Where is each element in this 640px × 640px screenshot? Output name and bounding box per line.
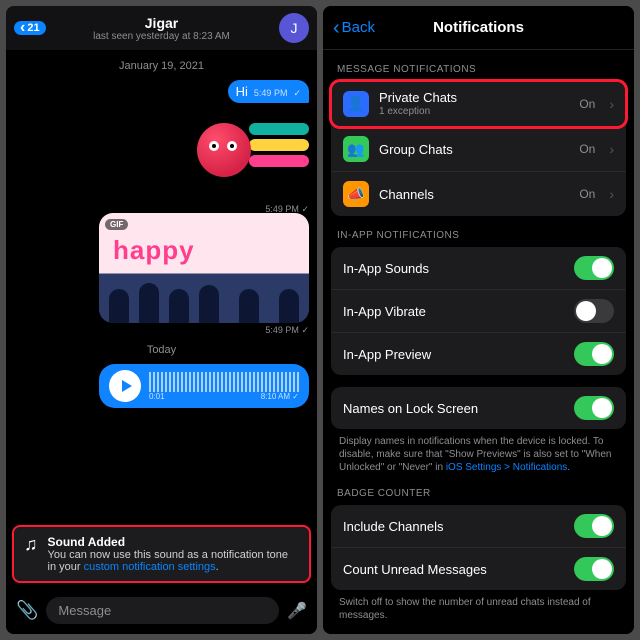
- section-label: BADGE COUNTER: [323, 474, 634, 505]
- row-value: On: [579, 142, 595, 156]
- section-label: IN-APP NOTIFICATIONS: [323, 216, 634, 247]
- date-chip: Today: [147, 344, 176, 356]
- ios-settings-link[interactable]: iOS Settings > Notifications: [446, 462, 567, 473]
- banner-title: Sound Added: [48, 535, 300, 549]
- back-button[interactable]: ‹Back: [333, 19, 375, 36]
- chevron-right-icon: ›: [609, 141, 614, 157]
- section-label: MESSAGE NOTIFICATIONS: [323, 50, 634, 81]
- row-inapp-vibrate[interactable]: In-App Vibrate: [331, 290, 626, 333]
- message-time: 5:49 PM: [254, 88, 288, 98]
- toggle[interactable]: [574, 256, 614, 280]
- input-bar: 📎 Message 🎤: [6, 591, 317, 634]
- settings-header: ‹Back Notifications: [323, 6, 634, 50]
- play-button[interactable]: [109, 370, 141, 402]
- page-title: Notifications: [433, 19, 524, 36]
- gif-badge: GIF: [105, 219, 128, 230]
- row-inapp-preview[interactable]: In-App Preview: [331, 333, 626, 375]
- row-inapp-sounds[interactable]: In-App Sounds: [331, 247, 626, 290]
- row-names-lockscreen[interactable]: Names on Lock Screen: [331, 387, 626, 429]
- read-tick-icon: ✓: [301, 204, 309, 214]
- message-text: Hi: [236, 84, 248, 99]
- person-icon: 👤: [343, 91, 369, 117]
- banner-body: You can now use this sound as a notifica…: [48, 549, 300, 573]
- section-footer: Display names in notifications when the …: [323, 429, 634, 474]
- chat-title[interactable]: Jigar: [93, 15, 230, 31]
- chat-screen: 21 Jigar last seen yesterday at 8:23 AM …: [6, 6, 317, 634]
- waveform-icon: [149, 372, 299, 392]
- attach-icon[interactable]: 📎: [16, 600, 38, 621]
- toggle[interactable]: [574, 514, 614, 538]
- chat-body: January 19, 2021 Hi 5:49 PM ✓ 5:49 PM ✓ …: [6, 50, 317, 517]
- play-icon: [122, 380, 132, 392]
- chevron-left-icon: ‹: [333, 21, 340, 35]
- chevron-right-icon: ›: [609, 186, 614, 202]
- sticker-message[interactable]: 5:49 PM ✓: [189, 113, 309, 203]
- row-value: On: [579, 97, 595, 111]
- row-include-channels[interactable]: Include Channels: [331, 505, 626, 548]
- row-channels[interactable]: 📣 Channels On ›: [331, 172, 626, 216]
- date-chip: January 19, 2021: [119, 60, 204, 72]
- read-tick-icon: ✓: [292, 392, 299, 401]
- avatar[interactable]: J: [279, 13, 309, 43]
- row-subtitle: 1 exception: [379, 106, 569, 117]
- row-group-chats[interactable]: 👥 Group Chats On ›: [331, 127, 626, 172]
- gif-time: 5:49 PM: [265, 325, 299, 335]
- voice-time: 8:10 AM: [261, 392, 290, 401]
- microphone-icon[interactable]: 🎤: [287, 601, 307, 621]
- read-tick-icon: ✓: [293, 88, 301, 99]
- group-icon: 👥: [343, 136, 369, 162]
- unread-count: 21: [27, 22, 39, 34]
- chat-header: 21 Jigar last seen yesterday at 8:23 AM …: [6, 6, 317, 50]
- toggle[interactable]: [574, 396, 614, 420]
- megaphone-icon: 📣: [343, 181, 369, 207]
- toggle[interactable]: [574, 299, 614, 323]
- notifications-settings-screen: ‹Back Notifications MESSAGE NOTIFICATION…: [323, 6, 634, 634]
- sound-added-banner[interactable]: ♫ Sound Added You can now use this sound…: [12, 525, 311, 583]
- row-value: On: [579, 187, 595, 201]
- voice-position: 0:01: [149, 392, 165, 401]
- toggle[interactable]: [574, 557, 614, 581]
- message-out[interactable]: Hi 5:49 PM ✓: [228, 80, 309, 103]
- notification-settings-link[interactable]: custom notification settings: [84, 561, 216, 573]
- row-count-unread[interactable]: Count Unread Messages: [331, 548, 626, 590]
- section-footer: Switch off to show the number of unread …: [323, 590, 634, 622]
- row-private-chats[interactable]: 👤 Private Chats1 exception On ›: [331, 81, 626, 127]
- music-note-icon: ♫: [24, 535, 38, 553]
- toggle[interactable]: [574, 342, 614, 366]
- chat-subtitle: last seen yesterday at 8:23 AM: [93, 31, 230, 42]
- gif-message[interactable]: GIF happy 5:49 PM ✓: [99, 213, 309, 336]
- chevron-right-icon: ›: [609, 96, 614, 112]
- back-unread-button[interactable]: 21: [14, 21, 46, 35]
- voice-message[interactable]: 0:01 8:10 AM ✓: [99, 364, 309, 408]
- read-tick-icon: ✓: [301, 325, 309, 335]
- cherry-sticker-icon: [197, 123, 251, 177]
- message-input[interactable]: Message: [46, 597, 279, 624]
- gif-caption: happy: [113, 235, 195, 266]
